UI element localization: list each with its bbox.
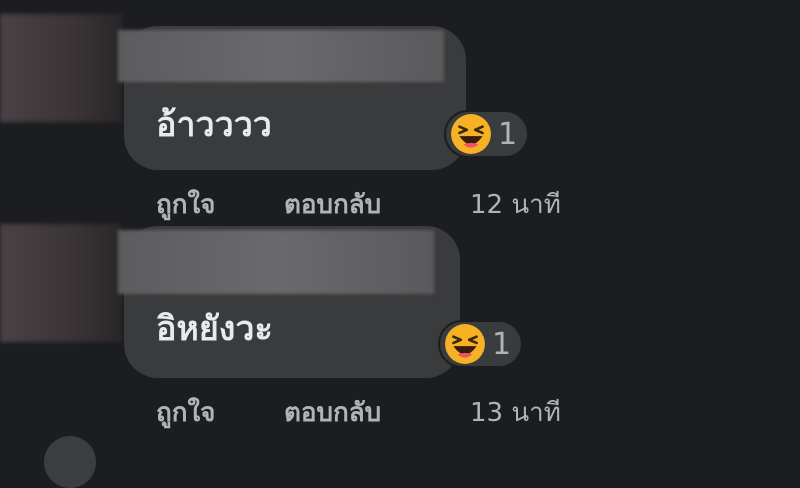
reaction-badge[interactable]: 1 <box>438 320 524 368</box>
laughing-emoji-icon <box>444 323 486 365</box>
commenter-name[interactable] <box>118 230 434 294</box>
reaction-count: 1 <box>492 326 512 362</box>
reaction-count: 1 <box>498 116 518 152</box>
comment-text: อิหยังวะ <box>156 309 273 349</box>
like-link[interactable]: ถูกใจ <box>156 392 284 433</box>
reply-link[interactable]: ตอบกลับ <box>284 392 470 433</box>
comment-actions: ถูกใจ ตอบกลับ 12 นาที <box>156 184 561 225</box>
like-link[interactable]: ถูกใจ <box>156 184 284 225</box>
avatar[interactable] <box>0 224 122 342</box>
avatar[interactable] <box>0 14 122 122</box>
reaction-badge[interactable]: 1 <box>444 110 530 158</box>
next-comment-avatar[interactable] <box>44 436 96 488</box>
timestamp-link[interactable]: 12 นาที <box>470 184 561 225</box>
comment-actions: ถูกใจ ตอบกลับ 13 นาที <box>156 392 561 433</box>
comment-text: อ้าวววว <box>156 105 272 145</box>
reply-link[interactable]: ตอบกลับ <box>284 184 470 225</box>
timestamp-link[interactable]: 13 นาที <box>470 392 561 433</box>
commenter-name[interactable] <box>118 30 444 82</box>
laughing-emoji-icon <box>450 113 492 155</box>
